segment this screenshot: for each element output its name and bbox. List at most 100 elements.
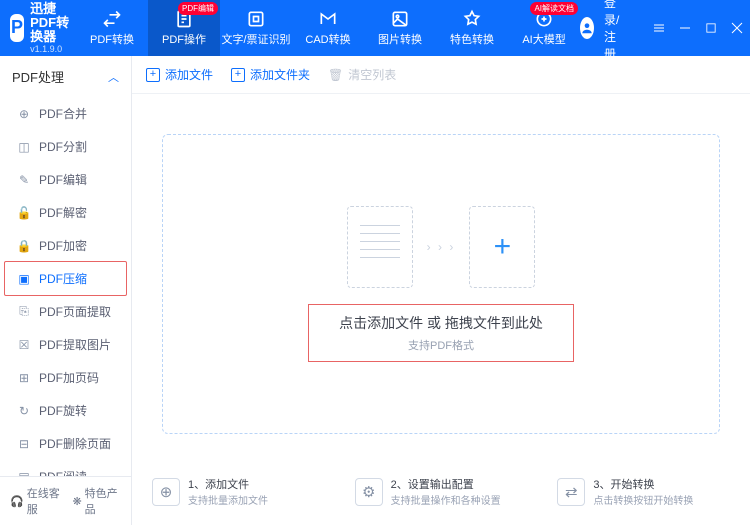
unlock-icon: 🔓 <box>17 206 31 220</box>
nav-tab-pdf-convert[interactable]: PDF转换 <box>76 0 148 56</box>
step-add-icon: ⊕ <box>152 478 180 506</box>
support-label: 在线客服 <box>27 485 63 517</box>
main-panel: + 添加文件 +添加文件夹 🗑清空列表 › › › + 点击添加文件 或 拖拽文件… <box>132 56 750 525</box>
nav-tab-pdf-operate[interactable]: PDF编辑 PDF操作 <box>148 0 220 56</box>
drop-illustration: › › › + <box>347 206 536 288</box>
edit-icon: ✎ <box>17 173 31 187</box>
add-file-button[interactable]: + 添加文件 <box>146 66 213 83</box>
add-folder-button[interactable]: +添加文件夹 <box>231 66 310 83</box>
sidebar: PDF处理 ︿ ⊕ PDF合并 ◫PDF分割 ✎ PDF编辑 🔓 PDF解密 🔒 PDF… <box>0 56 132 525</box>
image-extract-icon: ☒ <box>17 338 31 352</box>
minimize-icon[interactable] <box>679 22 691 34</box>
sidebar-item-rotate[interactable]: ↻ PDF旋转 <box>5 394 126 427</box>
nav-tab-cad[interactable]: CAD转换 <box>292 0 364 56</box>
app-version: v1.1.9.0 <box>30 44 76 54</box>
sidebar-header-label: PDF处理 <box>12 67 64 86</box>
nav-tabs: PDF转换 PDF编辑 PDF操作 文字/票证识别 CAD转换 图片转换 特色转… <box>76 0 580 56</box>
sidebar-item-label: PDF旋转 <box>39 402 87 419</box>
nav-label: 特色转换 <box>450 31 494 47</box>
sidebar-item-label: PDF提取图片 <box>39 336 111 353</box>
titlebar: P 迅捷PDF转换器 v1.1.9.0 PDF转换 PDF编辑 PDF操作 文字… <box>0 0 750 56</box>
btn-label: 添加文件 <box>165 66 213 83</box>
compress-icon: ▣ <box>17 272 31 286</box>
sidebar-item-page-number[interactable]: ⊞ PDF加页码 <box>5 361 126 394</box>
steps-bar: ⊕ 1、添加文件支持批量添加文件 ⚙ 2、设置输出配置支持批量操作和各种设置 ⇄… <box>132 464 750 525</box>
sidebar-item-label: PDF加密 <box>39 237 87 254</box>
nav-tab-ai[interactable]: AI解读文档 AI大模型 <box>508 0 580 56</box>
page-number-icon: ⊞ <box>17 371 31 385</box>
sidebar-item-label: PDF删除页面 <box>39 435 111 452</box>
logo-area: P 迅捷PDF转换器 v1.1.9.0 <box>10 2 76 55</box>
page-extract-icon: ⎘ <box>17 305 31 319</box>
nav-label: CAD转换 <box>305 31 350 47</box>
drop-title: 点击添加文件 或 拖拽文件到此处 <box>339 313 543 333</box>
sidebar-item-merge[interactable]: ⊕ PDF合并 <box>5 97 126 130</box>
sidebar-header[interactable]: PDF处理 ︿ <box>0 56 131 97</box>
drop-text-box: 点击添加文件 或 拖拽文件到此处 支持PDF格式 <box>308 304 574 362</box>
sidebar-item-compress[interactable]: ▣ PDF压缩 <box>5 262 126 295</box>
nav-label: PDF转换 <box>90 31 134 47</box>
gift-icon: ❋ <box>72 495 81 508</box>
trash-icon: 🗑 <box>328 68 343 82</box>
sidebar-item-label: PDF压缩 <box>39 270 87 287</box>
rotate-icon: ↻ <box>17 404 31 418</box>
step-2: ⚙ 2、设置输出配置支持批量操作和各种设置 <box>355 476 528 507</box>
step-sub: 支持批量操作和各种设置 <box>391 492 501 507</box>
menu-icon[interactable] <box>653 22 665 34</box>
sidebar-item-encrypt[interactable]: 🔒 PDF加密 <box>5 229 126 262</box>
step-1: ⊕ 1、添加文件支持批量添加文件 <box>152 476 325 507</box>
avatar-icon[interactable] <box>580 17 594 39</box>
sidebar-item-split[interactable]: ◫PDF分割 <box>5 130 126 163</box>
drop-zone[interactable]: › › › + 点击添加文件 或 拖拽文件到此处 支持PDF格式 <box>162 134 720 434</box>
toolbar: + 添加文件 +添加文件夹 🗑清空列表 <box>132 56 750 94</box>
close-icon[interactable] <box>731 22 743 34</box>
nav-badge: AI解读文档 <box>530 2 578 15</box>
sidebar-item-extract-page[interactable]: ⎘ PDF页面提取 <box>5 295 126 328</box>
sidebar-item-delete-page[interactable]: ⊟ PDF删除页面 <box>5 427 126 460</box>
app-name: 迅捷PDF转换器 <box>30 2 76 45</box>
sidebar-item-label: PDF合并 <box>39 105 87 122</box>
step-title: 2、设置输出配置 <box>391 476 501 492</box>
step-sub: 点击转换按钮开始转换 <box>593 492 693 507</box>
sidebar-item-decrypt[interactable]: 🔓 PDF解密 <box>5 196 126 229</box>
split-icon: ◫ <box>17 140 31 154</box>
drop-zone-wrapper: › › › + 点击添加文件 或 拖拽文件到此处 支持PDF格式 <box>132 94 750 464</box>
nav-tab-image[interactable]: 图片转换 <box>364 0 436 56</box>
featured-label: 特色产品 <box>85 485 121 517</box>
step-convert-icon: ⇄ <box>557 478 585 506</box>
support-link[interactable]: 🎧在线客服 <box>10 485 62 517</box>
sidebar-item-extract-image[interactable]: ☒ PDF提取图片 <box>5 328 126 361</box>
step-settings-icon: ⚙ <box>355 478 383 506</box>
nav-tab-ocr[interactable]: 文字/票证识别 <box>220 0 292 56</box>
sidebar-item-label: PDF解密 <box>39 204 87 221</box>
merge-icon: ⊕ <box>17 107 31 121</box>
titlebar-right: 登录/注册 <box>580 0 743 62</box>
arrow-dots-icon: › › › <box>427 240 456 254</box>
nav-label: AI大模型 <box>522 31 565 47</box>
file-icon <box>347 206 413 288</box>
add-file-icon: + <box>146 68 160 82</box>
maximize-icon[interactable] <box>705 22 717 34</box>
sidebar-item-label: PDF加页码 <box>39 369 99 386</box>
sidebar-item-edit[interactable]: ✎ PDF编辑 <box>5 163 126 196</box>
nav-badge: PDF编辑 <box>178 2 218 15</box>
sidebar-item-label: PDF编辑 <box>39 171 87 188</box>
add-placeholder-icon: + <box>469 206 535 288</box>
drop-subtitle: 支持PDF格式 <box>339 337 543 353</box>
featured-link[interactable]: ❋ 特色产品 <box>72 485 121 517</box>
delete-page-icon: ⊟ <box>17 437 31 451</box>
app-logo-icon: P <box>10 14 24 42</box>
sidebar-item-read[interactable]: ▤PDF阅读 <box>5 460 126 476</box>
login-link[interactable]: 登录/注册 <box>604 0 627 62</box>
step-sub: 支持批量添加文件 <box>188 492 268 507</box>
sidebar-item-label: PDF页面提取 <box>39 303 111 320</box>
chevron-up-icon: ︿ <box>108 69 119 85</box>
step-3: ⇄ 3、开始转换点击转换按钮开始转换 <box>557 476 730 507</box>
add-folder-icon: + <box>231 68 245 82</box>
sidebar-item-label: PDF阅读 <box>39 468 87 476</box>
lock-icon: 🔒 <box>17 239 31 253</box>
nav-tab-special[interactable]: 特色转换 <box>436 0 508 56</box>
step-title: 1、添加文件 <box>188 476 268 492</box>
nav-label: 文字/票证识别 <box>222 31 291 47</box>
clear-list-button[interactable]: 🗑清空列表 <box>328 66 396 83</box>
